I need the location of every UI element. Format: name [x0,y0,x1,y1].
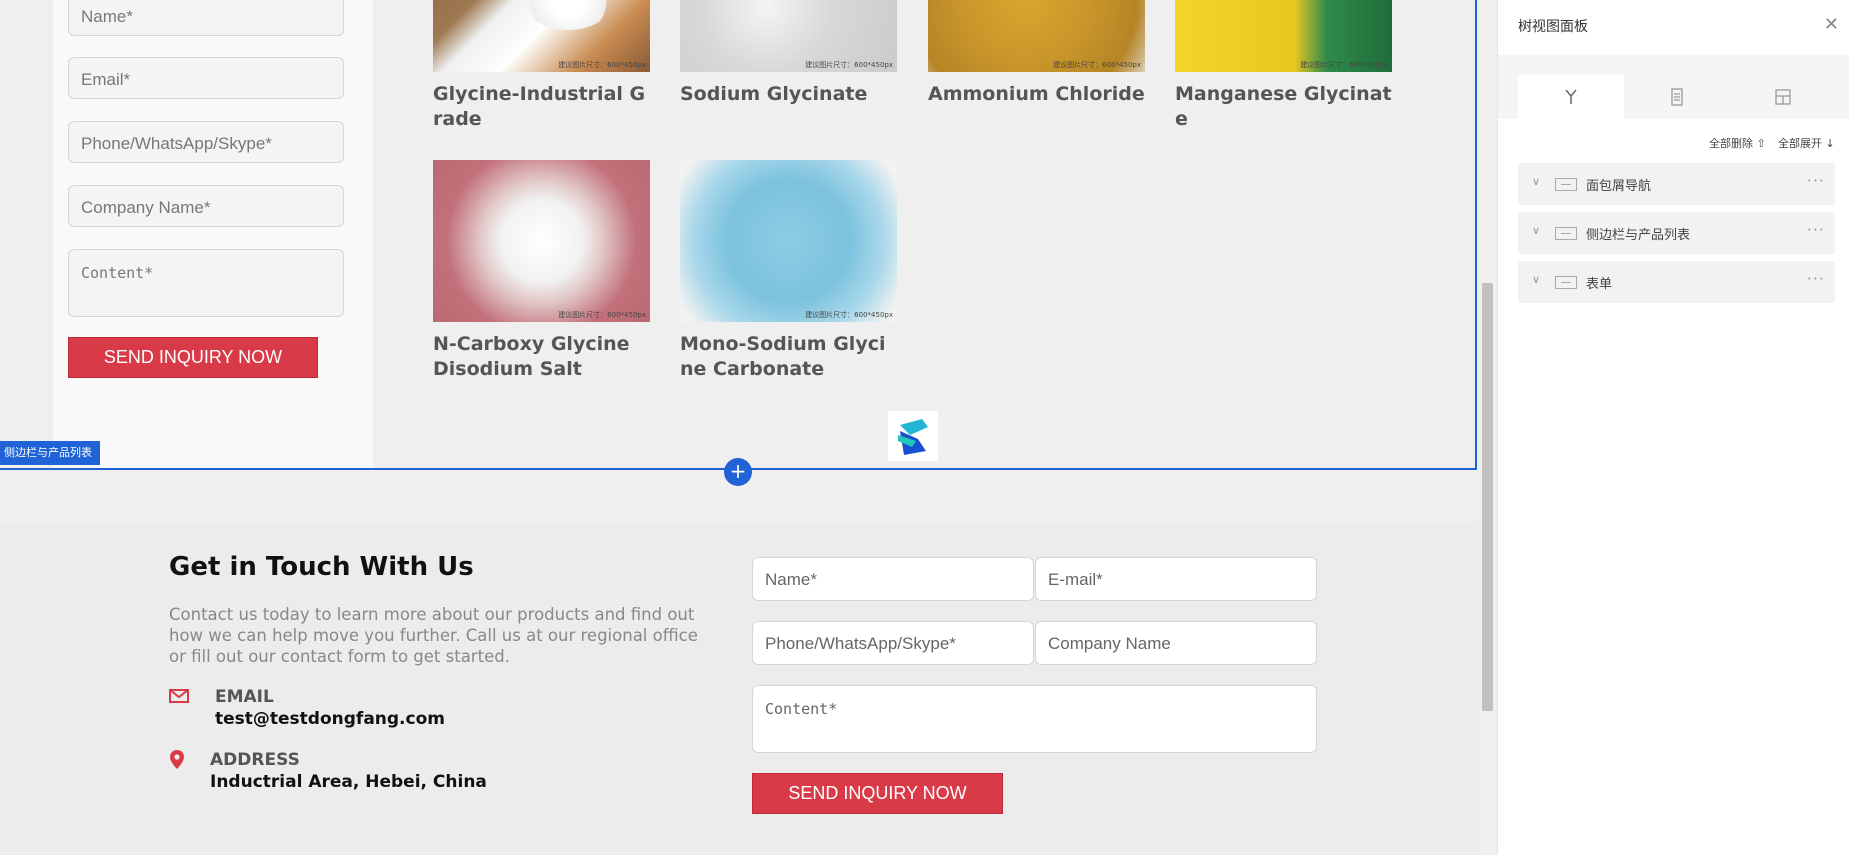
component-icon [1555,178,1577,191]
delete-all-button[interactable]: 全部删除 ⇧ [1709,135,1766,151]
sidebar-company-input[interactable]: Company Name* [68,185,344,227]
product-card[interactable]: 建议图片尺寸：600*450px Mono-Sodium Glycine Car… [680,160,897,382]
more-icon[interactable]: ··· [1807,269,1825,288]
contact-content-textarea[interactable]: Content* [752,685,1317,753]
chevron-down-icon[interactable]: ∨ [1532,273,1540,286]
product-image[interactable]: 建议图片尺寸：600*450px [433,160,650,322]
tree-item-label: 侧边栏与产品列表 [1586,228,1691,243]
sidebar-send-inquiry-button[interactable]: SEND INQUIRY NOW [68,337,318,378]
product-image[interactable]: 建议图片尺寸：600*450px [928,0,1145,72]
product-name[interactable]: Sodium Glycinate [680,82,897,107]
sidebar-content-textarea[interactable]: Content* [68,249,344,317]
sidebar-name-input[interactable]: Name* [68,0,344,36]
product-image[interactable]: 建议图片尺寸：600*450px [680,160,897,322]
product-image[interactable]: 建议图片尺寸：600*450px [1175,0,1392,72]
contact-title: Get in Touch With Us [169,552,474,582]
product-name[interactable]: Mono-Sodium Glycine Carbonate [680,332,897,382]
email-value[interactable]: test@testdongfang.com [215,709,445,729]
product-name[interactable]: Ammonium Chloride [928,82,1145,107]
product-card[interactable]: 建议图片尺寸：600*450px N-Carboxy Glycine Disod… [433,160,650,382]
tree-item-breadcrumb[interactable]: ∨ 面包屑导航 ··· [1518,163,1835,205]
tree-item-sidebar-product-list[interactable]: ∨ 侧边栏与产品列表 ··· [1518,212,1835,254]
page-canvas: Name* Email* Phone/WhatsApp/Skype* Compa… [0,0,1479,855]
location-pin-icon [170,750,184,769]
arrow-down-icon: ↓ [1825,137,1835,150]
list-icon [1671,88,1683,106]
component-icon [1555,276,1577,289]
brand-logo-icon [888,411,938,461]
product-card[interactable]: 建议图片尺寸：600*450px Manganese Glycinate [1175,0,1392,132]
selection-label[interactable]: 侧边栏与产品列表 [0,441,100,465]
expand-all-button[interactable]: 全部展开 ↓ [1778,135,1835,151]
product-image[interactable]: 建议图片尺寸：600*450px [433,0,650,72]
delete-icon: ⇧ [1756,137,1766,150]
more-icon[interactable]: ··· [1807,220,1825,239]
product-card[interactable]: 建议图片尺寸：600*450px Ammonium Chloride [928,0,1145,107]
product-card[interactable]: 建议图片尺寸：600*450px Sodium Glycinate [680,0,897,107]
tree-icon [1565,89,1577,104]
sidebar-phone-input[interactable]: Phone/WhatsApp/Skype* [68,121,344,163]
close-icon[interactable]: ✕ [1824,14,1839,35]
component-icon [1555,227,1577,240]
tab-layout[interactable] [1730,75,1836,119]
tab-list[interactable] [1624,75,1730,119]
tab-tree[interactable] [1518,75,1624,119]
tree-item-label: 面包屑导航 [1586,179,1652,194]
product-name[interactable]: N-Carboxy Glycine Disodium Salt [433,332,650,382]
envelope-icon [169,689,189,703]
more-icon[interactable]: ··· [1807,171,1825,190]
sidebar-email-input[interactable]: Email* [68,57,344,99]
product-image[interactable]: 建议图片尺寸：600*450px [680,0,897,72]
tree-view-panel: 树视图面板 ✕ 全部删除 ⇧ 全部展开 ↓ ∨ 面包屑导航 ··· ∨ 侧边栏与… [1497,0,1849,855]
panel-tabs [1498,55,1849,119]
contact-company-input[interactable]: Company Name [1035,621,1317,665]
chevron-down-icon[interactable]: ∨ [1532,175,1540,188]
address-label: ADDRESS [210,750,300,770]
tree-item-label: 表单 [1586,277,1613,292]
contact-name-input[interactable]: Name* [752,557,1034,601]
contact-email-input[interactable]: E-mail* [1035,557,1317,601]
contact-send-inquiry-button[interactable]: SEND INQUIRY NOW [752,773,1003,814]
chevron-down-icon[interactable]: ∨ [1532,224,1540,237]
address-value: Inductrial Area, Hebei, China [210,772,487,792]
tree-item-form[interactable]: ∨ 表单 ··· [1518,261,1835,303]
product-name[interactable]: Glycine-Industrial Grade [433,82,650,132]
add-section-button[interactable]: + [724,458,752,486]
product-name[interactable]: Manganese Glycinate [1175,82,1392,132]
sidebar-inquiry-form: Name* Email* Phone/WhatsApp/Skype* Compa… [53,0,373,470]
layout-icon [1775,89,1791,105]
contact-section: Get in Touch With Us Contact us today to… [0,522,1479,855]
email-label: EMAIL [215,687,274,707]
contact-phone-input[interactable]: Phone/WhatsApp/Skype* [752,621,1034,665]
scrollbar-thumb[interactable] [1482,283,1493,711]
panel-title: 树视图面板 [1518,19,1588,35]
product-card[interactable]: 建议图片尺寸：600*450px Glycine-Industrial Grad… [433,0,650,132]
contact-description: Contact us today to learn more about our… [169,605,698,666]
